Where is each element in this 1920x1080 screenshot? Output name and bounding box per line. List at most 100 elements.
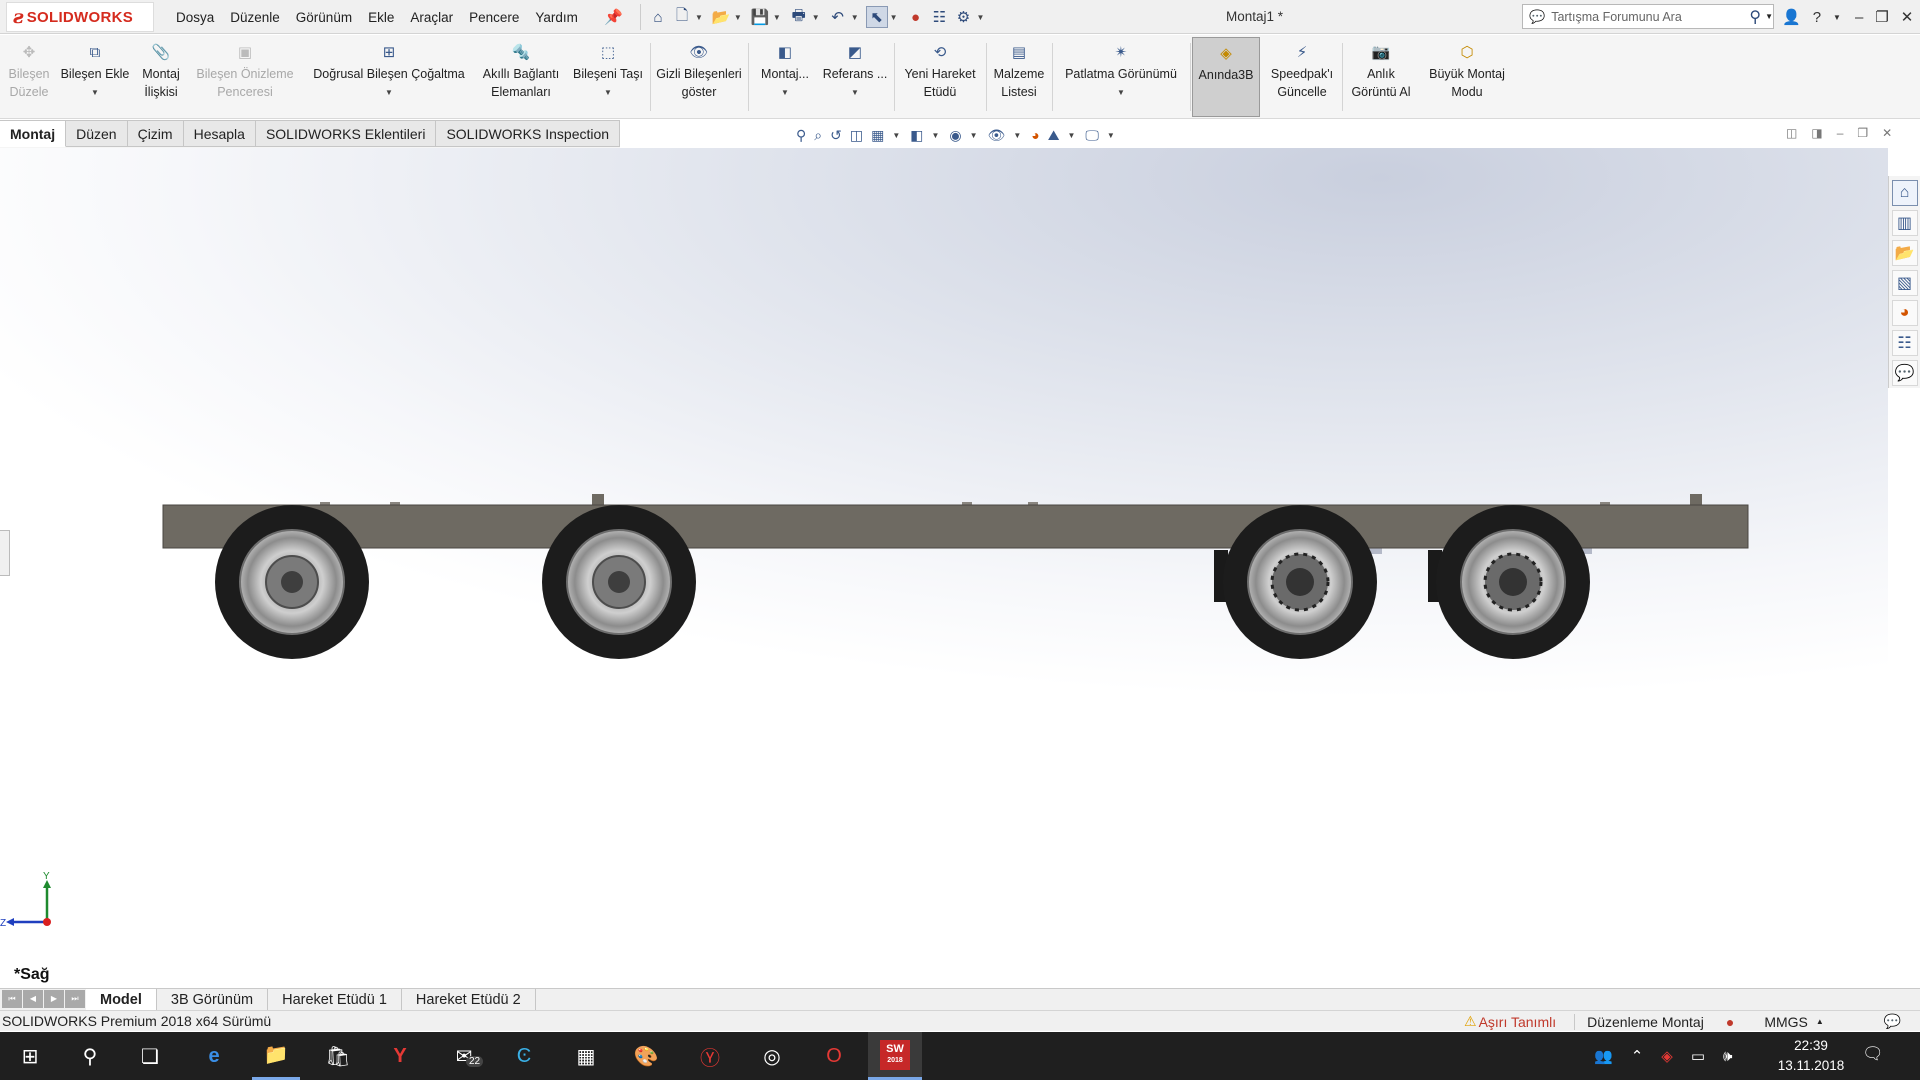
- viewport-close-icon[interactable]: ✕: [1882, 126, 1892, 140]
- undo-icon[interactable]: ↶: [827, 6, 849, 28]
- unit-system-selector[interactable]: MMGS: [1764, 1014, 1808, 1030]
- large-assembly-mode-button[interactable]: ⬡ Büyük Montaj Modu: [1420, 37, 1514, 117]
- move-component-button[interactable]: ⬚ Bileşeni Taşı ▼: [568, 37, 648, 117]
- reference-geometry-dropdown-icon[interactable]: ▼: [851, 87, 859, 98]
- search-box[interactable]: 💬 Tartışma Forumunu Ara ⚲ ▼: [1522, 4, 1774, 29]
- over-defined-status[interactable]: Aşırı Tanımlı: [1479, 1014, 1557, 1030]
- media-player-icon[interactable]: ◎: [748, 1032, 796, 1080]
- yandex-browser-icon[interactable]: Ⓨ: [686, 1032, 734, 1080]
- print-dropdown-icon[interactable]: ▼: [812, 13, 820, 22]
- user-icon[interactable]: 👤: [1782, 8, 1801, 26]
- view-palette-icon[interactable]: ▧: [1891, 270, 1918, 296]
- bill-of-materials-button[interactable]: ▤ Malzeme Listesi: [988, 37, 1050, 117]
- save-icon[interactable]: 💾: [749, 6, 771, 28]
- view-orientation-icon[interactable]: ◧: [910, 127, 923, 144]
- paint-icon[interactable]: 🎨: [622, 1032, 670, 1080]
- app-c-icon[interactable]: Ͼ: [500, 1032, 548, 1080]
- exploded-view-dropdown-icon[interactable]: ▼: [1117, 87, 1125, 98]
- apply-scene-icon[interactable]: ⛰: [1048, 127, 1060, 144]
- tab-sketch[interactable]: Çizim: [127, 120, 184, 147]
- tab-inspection[interactable]: SOLIDWORKS Inspection: [436, 120, 621, 147]
- smart-fasteners-button[interactable]: 🔩 Akıllı Bağlantı Elemanları: [476, 37, 566, 117]
- options-dropdown-icon[interactable]: ▼: [977, 13, 985, 22]
- last-tab-arrow-icon[interactable]: ⏭: [65, 989, 85, 1008]
- design-library-icon[interactable]: ▥: [1891, 210, 1918, 236]
- file-properties-icon[interactable]: ☷: [929, 6, 951, 28]
- show-hidden-components-button[interactable]: 👁 Gizli Bileşenleri göster: [652, 37, 746, 117]
- tab-motion-study-1[interactable]: Hareket Etüdü 1: [268, 989, 402, 1010]
- instant3d-button[interactable]: ◈ Anında3B: [1192, 37, 1260, 117]
- display-style-dropdown-icon[interactable]: ▼: [970, 131, 978, 140]
- mail-icon[interactable]: ✉ 22: [440, 1032, 488, 1080]
- open-dropdown-icon[interactable]: ▼: [734, 13, 742, 22]
- prev-tab-arrow-icon[interactable]: ◀: [23, 989, 43, 1008]
- antivirus-icon[interactable]: ◈: [1661, 1047, 1673, 1065]
- new-motion-study-button[interactable]: ⟲ Yeni Hareket Etüdü: [896, 37, 984, 117]
- viewport-restore-icon[interactable]: ❐: [1857, 126, 1868, 140]
- file-explorer-icon[interactable]: 📂: [1891, 240, 1918, 266]
- zoom-to-area-icon[interactable]: ⌕: [814, 127, 822, 144]
- taskbar-clock[interactable]: 22:39 13.11.2018: [1768, 1036, 1854, 1076]
- store-icon[interactable]: 🛍: [314, 1032, 362, 1080]
- undo-dropdown-icon[interactable]: ▼: [851, 13, 859, 22]
- task-view-icon[interactable]: ❏: [126, 1032, 174, 1080]
- people-icon[interactable]: 👥: [1594, 1047, 1613, 1065]
- print-icon[interactable]: 🖶: [788, 6, 810, 28]
- previous-view-icon[interactable]: ↺: [830, 127, 842, 144]
- tab-motion-study-2[interactable]: Hareket Etüdü 2: [402, 989, 536, 1010]
- display-style-icon[interactable]: ◉: [949, 127, 961, 144]
- volume-icon[interactable]: 🕪: [1723, 1048, 1732, 1065]
- windows-start-icon[interactable]: ⊞: [6, 1032, 54, 1080]
- graphics-area[interactable]: Y Z *Sağ: [0, 148, 1888, 988]
- forum-icon[interactable]: 💬: [1891, 360, 1918, 386]
- tab-assembly[interactable]: Montaj: [0, 120, 67, 147]
- opera-icon[interactable]: O: [810, 1032, 858, 1080]
- edit-appearance-icon[interactable]: ◕: [1031, 127, 1039, 143]
- tab-3d-view[interactable]: 3B Görünüm: [157, 989, 269, 1010]
- take-snapshot-button[interactable]: 📷 Anlık Görüntü Al: [1344, 37, 1418, 117]
- move-component-dropdown-icon[interactable]: ▼: [604, 87, 612, 98]
- dynamic-annotation-icon[interactable]: ▦: [871, 127, 884, 144]
- solidworks-logo[interactable]: ƨ SOLIDWORKS: [6, 2, 154, 32]
- linear-pattern-button[interactable]: ⊞ Doğrusal Bileşen Çoğaltma ▼: [304, 37, 474, 117]
- rebuild-indicator-icon[interactable]: ●: [1726, 1014, 1734, 1030]
- menu-window[interactable]: Pencere: [469, 10, 519, 25]
- mate-button[interactable]: 📎 Montaj İlişkisi: [136, 37, 186, 117]
- edge-browser-icon[interactable]: e: [190, 1032, 238, 1080]
- new-document-icon[interactable]: 🗋: [671, 6, 693, 28]
- annotation-dropdown-icon[interactable]: ▼: [892, 131, 900, 140]
- first-tab-arrow-icon[interactable]: ⏮: [2, 989, 22, 1008]
- appearances-icon[interactable]: ◕: [1891, 300, 1918, 326]
- rebuild-traffic-light-icon[interactable]: ●: [905, 6, 927, 28]
- units-dropdown-icon[interactable]: ▲: [1816, 1017, 1824, 1026]
- save-dropdown-icon[interactable]: ▼: [773, 13, 781, 22]
- options-gear-icon[interactable]: ⚙: [953, 6, 975, 28]
- solidworks-resources-home-icon[interactable]: ⌂: [1891, 180, 1918, 206]
- status-chat-icon[interactable]: 💬: [1884, 1013, 1901, 1030]
- insert-component-button[interactable]: ⧉ Bileşen Ekle ▼: [56, 37, 134, 117]
- tab-model[interactable]: Model: [86, 989, 157, 1010]
- hide-show-items-icon[interactable]: 👁: [988, 127, 1006, 144]
- home-icon[interactable]: ⌂: [647, 6, 669, 28]
- file-explorer-taskbar-icon[interactable]: 📁: [252, 1032, 300, 1080]
- hide-show-dropdown-icon[interactable]: ▼: [1013, 131, 1021, 140]
- assembly-features-button[interactable]: ◧ Montaj... ▼: [752, 37, 818, 117]
- help-icon[interactable]: ?: [1813, 9, 1821, 26]
- search-icon[interactable]: ⚲: [1749, 7, 1761, 27]
- assembly-features-dropdown-icon[interactable]: ▼: [781, 87, 789, 98]
- insert-component-dropdown-icon[interactable]: ▼: [91, 87, 99, 98]
- battery-icon[interactable]: ▭: [1691, 1047, 1705, 1065]
- pin-menu-icon[interactable]: 📌: [604, 8, 623, 26]
- menu-edit[interactable]: Düzenle: [230, 10, 280, 25]
- search-dropdown-icon[interactable]: ▼: [1765, 12, 1773, 21]
- menu-view[interactable]: Görünüm: [296, 10, 352, 25]
- section-view-icon[interactable]: ◫: [850, 127, 863, 144]
- calculator-icon[interactable]: ▦: [562, 1032, 610, 1080]
- component-preview-button[interactable]: ▣ Bileşen Önizleme Penceresi: [190, 37, 300, 117]
- view-settings-icon[interactable]: 🖵: [1085, 127, 1099, 144]
- linear-pattern-dropdown-icon[interactable]: ▼: [385, 87, 393, 98]
- menu-help[interactable]: Yardım: [535, 10, 578, 25]
- truck-chassis-model[interactable]: [0, 148, 1888, 988]
- open-folder-icon[interactable]: 📂: [710, 6, 732, 28]
- action-center-icon[interactable]: 🗨: [1862, 1044, 1884, 1064]
